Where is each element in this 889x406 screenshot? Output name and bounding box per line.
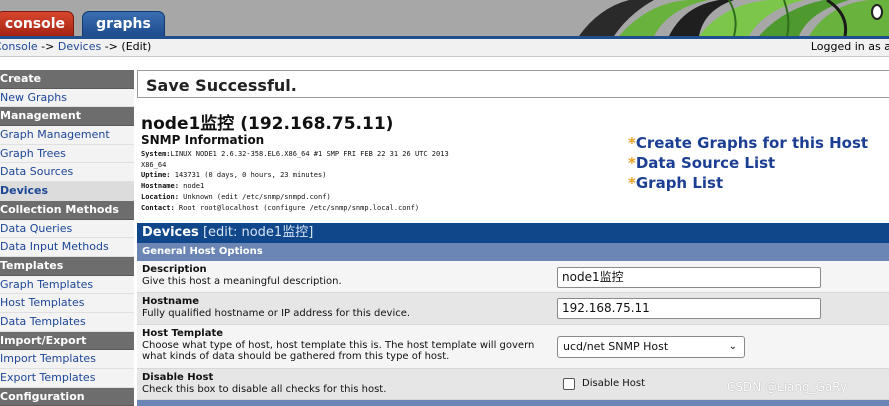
breadcrumb-console-link[interactable]: Console [0,40,38,53]
snmp-heading: SNMP Information [141,133,265,147]
sidebar-item-new-graphs[interactable]: New Graphs [0,88,134,108]
snmp-uptime-label: Uptime: [141,171,171,180]
breadcrumb-separator: -> [101,40,122,53]
sidebar-item-data-queries[interactable]: Data Queries [0,219,134,239]
snmp-hostname-value: node1 [178,182,205,191]
graph-list-link[interactable]: *Graph List [628,173,868,193]
sidebar-item-data-input-methods[interactable]: Data Input Methods [0,238,134,257]
disable-host-checkbox[interactable] [563,378,575,390]
snmp-info: System:LINUX NODE1 2.6.32-358.EL6.X86_64… [141,149,581,213]
snmp-system-label: System: [141,150,171,158]
save-message-box: Save Successful. [137,70,889,98]
create-graphs-link[interactable]: *Create Graphs for this Host [628,133,868,153]
hostname-help: Fully qualified hostname or IP address f… [142,307,411,319]
data-source-list-link[interactable]: *Data Source List [628,153,868,173]
tab-graphs[interactable]: graphs [82,11,165,36]
watermark: CSDN @Liang_GaRy [727,380,848,394]
host-action-links: *Create Graphs for this Host *Data Sourc… [628,133,868,193]
sidebar-header-templates: Templates [0,256,134,276]
star-icon: * [628,154,636,172]
snmp-system-value-cont: X86_64 [141,160,167,169]
logged-in-status: Logged in as a [810,40,889,53]
description-label: Description [142,264,207,275]
snmp-contact-value: Root root@localhost (configure /etc/snmp… [174,203,420,212]
snmp-location-value: Unknown (edit /etc/snmp/snmpd.conf) [178,192,331,201]
devices-header-edit: [edit: node1监控] [198,225,314,240]
host-template-label: Host Template [142,328,224,339]
disable-host-help: Check this box to disable all checks for… [142,383,387,395]
host-template-help: Choose what type of host, host template … [142,339,535,363]
sidebar-header-configuration: Configuration [0,387,134,406]
save-message: Save Successful. [146,76,297,95]
hostname-label: Hostname [142,296,200,307]
description-help: Give this host a meaningful description. [142,275,342,287]
devices-section-header: Devices [edit: node1监控] [137,223,889,243]
sidebar-header-collection-methods: Collection Methods [0,200,134,220]
sidebar-item-data-templates[interactable]: Data Templates [0,312,134,332]
host-template-row: Host Template Choose what type of host, h… [137,325,889,369]
snmp-system-value: LINUX NODE1 2.6.32-358.EL6.X86_64 #1 SMP… [170,150,449,158]
snmp-hostname-label: Hostname: [141,182,179,191]
hostname-input[interactable]: 192.168.75.11 [557,298,821,319]
sidebar: Create New Graphs Management Graph Manag… [0,70,134,406]
general-host-options-header: General Host Options [137,243,889,261]
sidebar-item-import-templates[interactable]: Import Templates [0,350,134,369]
breadcrumb-separator: -> [37,40,58,53]
host-template-selected: ucd/net SNMP Host [563,340,669,353]
sidebar-item-graph-management[interactable]: Graph Management [0,126,134,145]
sidebar-item-graph-templates[interactable]: Graph Templates [0,275,134,295]
snmp-uptime-value: 143731 (0 days, 0 hours, 23 minutes) [170,171,327,180]
sidebar-item-data-sources[interactable]: Data Sources [0,163,134,183]
breadcrumb-current: (Edit) [121,40,152,53]
top-navigation-bar: console graphs [0,0,889,36]
disable-host-checkbox-label[interactable]: Disable Host [582,378,645,389]
description-input[interactable]: node1监控 [557,267,821,288]
devices-header-title: Devices [142,225,199,240]
next-section-header [137,400,889,406]
host-template-select[interactable]: ucd/net SNMP Host ⌄ [557,336,745,358]
snmp-contact-label: Contact: [141,203,175,212]
sidebar-item-devices[interactable]: Devices [0,182,134,201]
star-icon: * [628,174,636,192]
tab-console[interactable]: console [0,11,74,36]
sidebar-item-host-templates[interactable]: Host Templates [0,294,134,313]
sidebar-header-management: Management [0,107,134,127]
chevron-down-icon: ⌄ [728,341,737,352]
snmp-location-label: Location: [141,192,179,201]
disable-host-label: Disable Host [142,372,214,383]
breadcrumb-bar: Console -> Devices -> (Edit) Logged in a… [0,39,889,57]
sidebar-header-create: Create [0,70,134,89]
star-icon: * [628,134,636,152]
sidebar-item-export-templates[interactable]: Export Templates [0,369,134,388]
breadcrumb: Console -> Devices -> (Edit) [0,39,151,55]
cactus-logo-image [559,0,889,36]
sidebar-item-graph-trees[interactable]: Graph Trees [0,144,134,164]
page-title: node1监控 (192.168.75.11) [141,114,394,134]
sidebar-header-import-export: Import/Export [0,331,134,351]
breadcrumb-devices-link[interactable]: Devices [58,40,101,53]
